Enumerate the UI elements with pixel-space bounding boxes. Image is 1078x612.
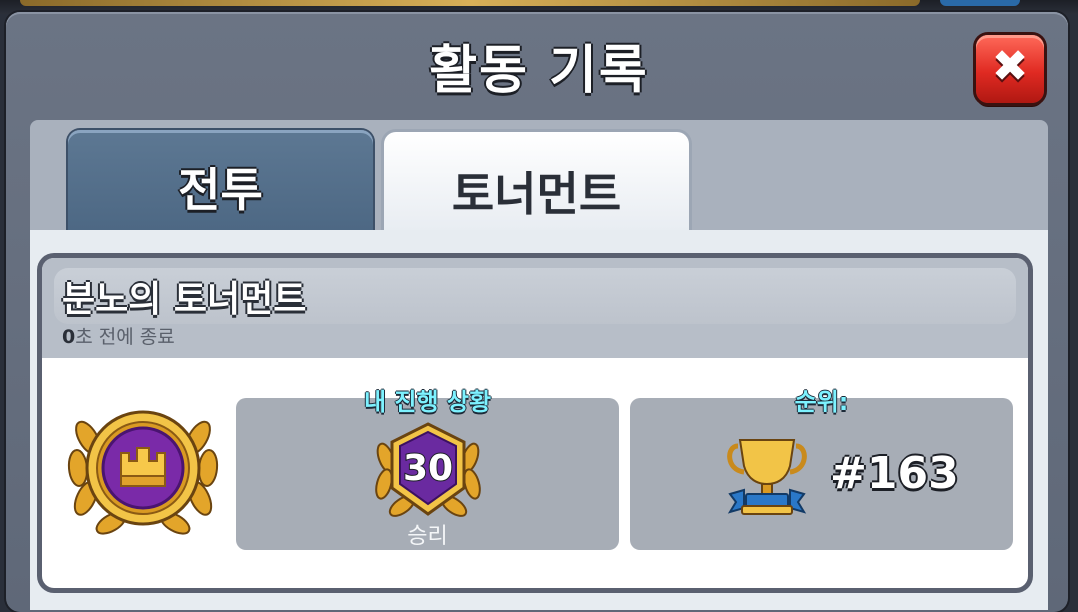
tab-tournament-label: 토너먼트: [451, 167, 622, 221]
rank-value: #163: [830, 448, 959, 499]
tab-battle[interactable]: 전투: [68, 130, 373, 230]
tournament-end-time: 0초 전에 종료: [62, 322, 175, 349]
end-time-number: 0: [62, 326, 76, 348]
tab-tournament[interactable]: 토너먼트: [384, 132, 689, 240]
crown-laurel-emblem-icon: [67, 410, 219, 535]
laurel-badge-icon: 30: [375, 422, 481, 517]
top-gold-bar: [20, 0, 920, 6]
tab-battle-label: 전투: [178, 163, 263, 217]
top-blue-bar: [940, 0, 1020, 6]
end-time-suffix: 초 전에 종료: [75, 326, 175, 348]
progress-label: 내 진행 상황: [363, 388, 492, 416]
wins-label: 승리: [407, 524, 448, 549]
trophy-icon: [727, 439, 807, 515]
window-title: 활동 기록: [429, 41, 649, 101]
wins-count: 30: [403, 448, 453, 489]
close-x-icon: ✖: [991, 41, 1029, 92]
rank-label: 순위:: [794, 388, 849, 416]
tournament-name: 분노의 토너먼트: [62, 279, 307, 320]
close-button[interactable]: ✖: [976, 35, 1044, 103]
